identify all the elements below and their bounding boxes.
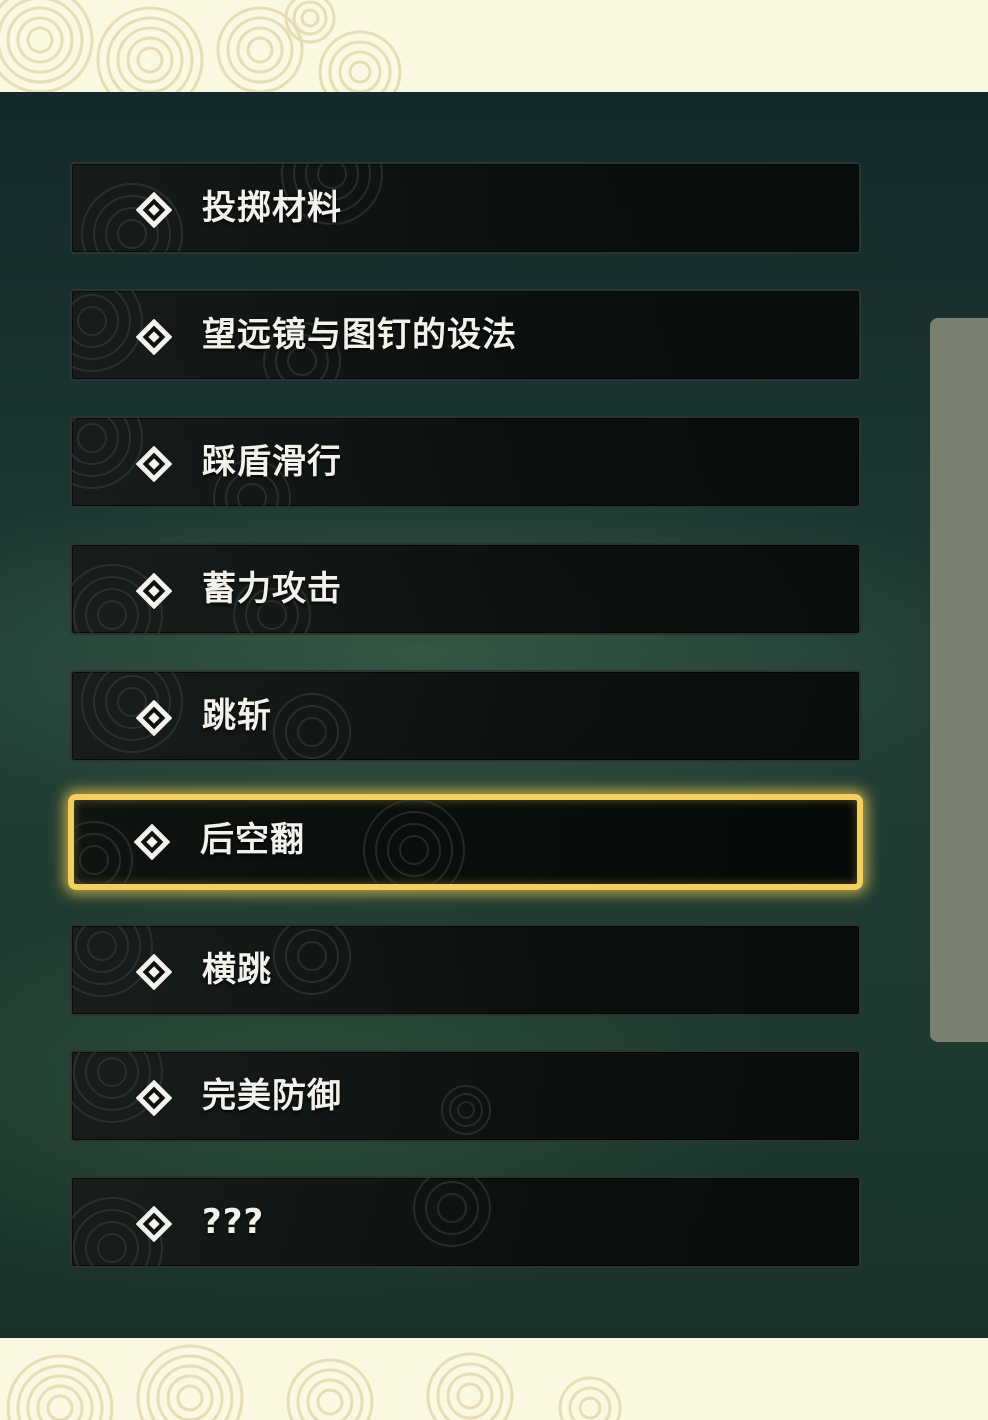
menu-item-label: ??? <box>202 1202 265 1242</box>
diamond-icon <box>136 1206 172 1242</box>
menu-item-label: 横跳 <box>202 950 272 990</box>
menu-item-label: 跳斩 <box>202 696 272 736</box>
diamond-icon <box>136 446 172 482</box>
menu-item-throw-materials[interactable]: 投掷材料 <box>70 162 861 254</box>
swirl-decoration <box>72 926 351 997</box>
menu-item-unknown[interactable]: ??? <box>70 1176 861 1268</box>
menu-item-telescope-pins[interactable]: 望远镜与图钉的设法 <box>70 289 861 381</box>
diamond-icon <box>136 573 172 609</box>
menu-item-label: 投掷材料 <box>202 188 342 228</box>
swirl-pattern-bottom <box>6 1344 622 1420</box>
diamond-icon <box>136 319 172 355</box>
swirl-pattern-top <box>0 0 402 92</box>
scrollbar[interactable] <box>930 318 988 1042</box>
menu-item-label: 后空翻 <box>200 820 305 860</box>
menu-item-label: 完美防御 <box>202 1076 342 1116</box>
diamond-icon <box>136 700 172 736</box>
menu-item-backflip[interactable]: 后空翻 <box>68 794 863 890</box>
menu-item-perfect-guard[interactable]: 完美防御 <box>70 1050 861 1142</box>
swirl-decoration <box>81 672 351 760</box>
diamond-icon <box>136 192 172 228</box>
diamond-icon <box>136 954 172 990</box>
menu-item-label: 蓄力攻击 <box>202 569 342 609</box>
tips-screen: 投掷材料 望远镜与图钉的设法 踩盾滑行 蓄力攻击 跳斩 后空翻 横跳 完美防御 … <box>0 0 988 1420</box>
diamond-icon <box>134 824 170 860</box>
menu-item-shield-surf[interactable]: 踩盾滑行 <box>70 416 861 508</box>
parchment-header-band <box>0 0 988 92</box>
diamond-icon <box>136 1080 172 1116</box>
menu-item-label: 望远镜与图钉的设法 <box>202 315 517 355</box>
swirl-decoration <box>72 1178 491 1266</box>
menu-item-side-hop[interactable]: 横跳 <box>70 924 861 1016</box>
parchment-footer-band <box>0 1338 988 1420</box>
menu-item-jump-slash[interactable]: 跳斩 <box>70 670 861 762</box>
menu-item-label: 踩盾滑行 <box>202 442 342 482</box>
menu-item-charged-attack[interactable]: 蓄力攻击 <box>70 543 861 635</box>
